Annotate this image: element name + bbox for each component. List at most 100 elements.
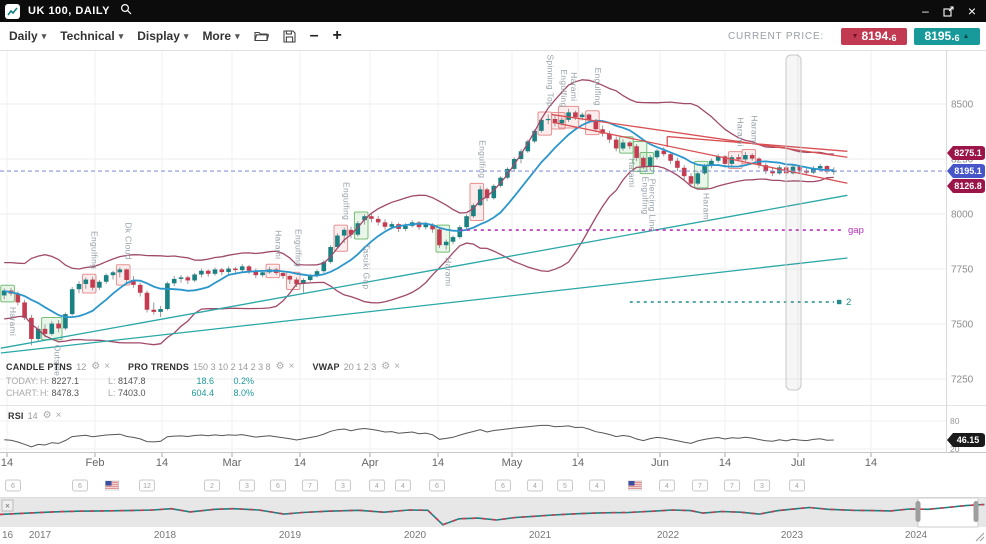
zoom-in-button[interactable]: + xyxy=(333,29,342,43)
candle[interactable] xyxy=(376,219,381,223)
candle[interactable] xyxy=(390,224,395,227)
candle[interactable] xyxy=(186,277,191,280)
navigator[interactable] xyxy=(0,498,986,527)
candle[interactable] xyxy=(199,271,204,275)
buy-price-button[interactable]: 8195.6 ▲ xyxy=(914,28,980,45)
candle[interactable] xyxy=(621,143,626,149)
candle[interactable] xyxy=(383,222,388,226)
candle[interactable] xyxy=(77,284,82,289)
candle[interactable] xyxy=(546,119,551,120)
menu-more[interactable]: More▾ xyxy=(202,29,239,43)
candle[interactable] xyxy=(403,226,408,229)
remove-indicator-icon[interactable]: × xyxy=(394,361,400,372)
candle[interactable] xyxy=(451,237,456,242)
candle[interactable] xyxy=(573,112,578,117)
candle[interactable] xyxy=(220,269,225,272)
menu-display[interactable]: Display▾ xyxy=(137,29,188,43)
popout-button[interactable] xyxy=(943,6,954,17)
candle[interactable] xyxy=(566,112,571,119)
candle[interactable] xyxy=(682,168,687,176)
indicator-pro-trends[interactable]: PRO TRENDS 150 3 10 2 14 2 3 8 ⚙ × xyxy=(128,361,294,372)
candle[interactable] xyxy=(56,324,61,329)
candle[interactable] xyxy=(111,272,116,275)
candle[interactable] xyxy=(641,158,646,167)
candle[interactable] xyxy=(369,216,374,219)
candle[interactable] xyxy=(213,269,218,273)
remove-indicator-icon[interactable]: × xyxy=(56,410,62,421)
candle[interactable] xyxy=(560,120,565,124)
candle[interactable] xyxy=(90,280,95,288)
candle[interactable] xyxy=(118,269,123,272)
candle[interactable] xyxy=(192,275,197,281)
remove-indicator-icon[interactable]: × xyxy=(104,361,110,372)
menu-technical[interactable]: Technical▾ xyxy=(60,29,123,43)
resize-grip[interactable] xyxy=(980,537,984,541)
navigator-handle[interactable] xyxy=(974,501,979,522)
candle[interactable] xyxy=(84,280,89,284)
candle[interactable] xyxy=(668,154,673,161)
candle[interactable] xyxy=(233,269,238,271)
candle[interactable] xyxy=(444,242,449,246)
navigator-handle[interactable] xyxy=(916,501,921,522)
candle[interactable] xyxy=(206,271,211,274)
candle[interactable] xyxy=(342,230,347,236)
candle[interactable] xyxy=(614,140,619,149)
candle[interactable] xyxy=(424,225,429,228)
candle[interactable] xyxy=(743,155,748,159)
price-chart[interactable]: 85008250800077507500725014Feb14Mar14Apr1… xyxy=(0,0,986,544)
gear-icon[interactable]: ⚙ xyxy=(276,361,285,372)
candle[interactable] xyxy=(696,173,701,183)
candle[interactable] xyxy=(628,143,633,147)
gear-icon[interactable]: ⚙ xyxy=(43,410,52,421)
candle[interactable] xyxy=(179,277,184,279)
candle[interactable] xyxy=(736,157,741,159)
candle[interactable] xyxy=(165,283,170,309)
open-folder-icon[interactable] xyxy=(254,30,269,42)
candle[interactable] xyxy=(458,227,463,237)
candle[interactable] xyxy=(580,115,585,118)
candle[interactable] xyxy=(702,166,707,173)
candle[interactable] xyxy=(138,285,143,293)
candle[interactable] xyxy=(43,329,48,334)
candle[interactable] xyxy=(97,282,102,288)
candle[interactable] xyxy=(152,310,157,312)
candle[interactable] xyxy=(634,146,639,158)
candle[interactable] xyxy=(281,273,286,276)
indicator-candle-ptns[interactable]: CANDLE PTNS 12 ⚙ × xyxy=(6,361,110,372)
remove-indicator-icon[interactable]: × xyxy=(289,361,295,372)
save-icon[interactable] xyxy=(283,30,296,43)
minimize-button[interactable]: – xyxy=(922,6,929,16)
candle[interactable] xyxy=(288,276,293,280)
candle[interactable] xyxy=(145,293,150,310)
candle[interactable] xyxy=(260,272,265,275)
candle[interactable] xyxy=(104,275,109,282)
candle[interactable] xyxy=(750,155,755,159)
candle[interactable] xyxy=(437,229,442,245)
candle[interactable] xyxy=(70,289,75,314)
candle[interactable] xyxy=(655,151,660,158)
gear-icon[interactable]: ⚙ xyxy=(91,361,100,372)
candle[interactable] xyxy=(689,176,694,183)
indicator-vwap[interactable]: VWAP 20 1 2 3 ⚙ × xyxy=(312,361,400,372)
menu-timeframe[interactable]: Daily▾ xyxy=(9,29,46,43)
candle[interactable] xyxy=(648,157,653,166)
sell-price-button[interactable]: ▼ 8194.6 xyxy=(841,28,907,45)
candle[interactable] xyxy=(22,302,27,317)
candle[interactable] xyxy=(675,161,680,168)
zoom-out-button[interactable]: – xyxy=(310,29,319,43)
candle[interactable] xyxy=(247,266,252,270)
candle[interactable] xyxy=(158,309,163,312)
navigator-window[interactable] xyxy=(918,498,978,527)
candle[interactable] xyxy=(818,166,823,168)
candle[interactable] xyxy=(29,318,34,339)
candle[interactable] xyxy=(464,216,469,227)
candle[interactable] xyxy=(730,157,735,164)
highlight-band[interactable] xyxy=(786,55,801,390)
candle[interactable] xyxy=(50,324,55,334)
gear-icon[interactable]: ⚙ xyxy=(381,361,390,372)
candle[interactable] xyxy=(240,266,245,270)
candle[interactable] xyxy=(226,269,231,273)
search-icon[interactable] xyxy=(120,2,132,20)
rsi-indicator-label[interactable]: RSI 14 ⚙ × xyxy=(8,410,61,421)
candle[interactable] xyxy=(172,279,177,283)
